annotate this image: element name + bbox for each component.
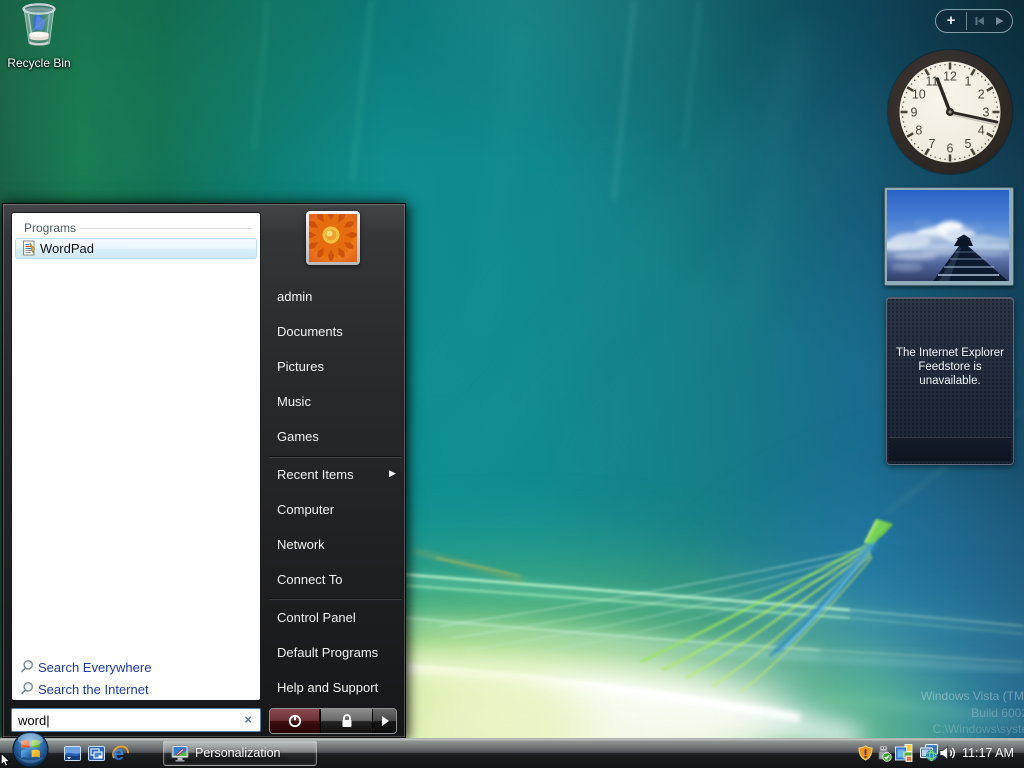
svg-text:6: 6 <box>947 142 954 156</box>
svg-text:4: 4 <box>978 124 985 138</box>
svg-text:5: 5 <box>965 137 972 151</box>
svg-text:12: 12 <box>943 70 957 84</box>
svg-text:8: 8 <box>915 124 922 138</box>
svg-text:9: 9 <box>911 106 918 120</box>
svg-text:7: 7 <box>929 137 936 151</box>
svg-text:3: 3 <box>983 106 990 120</box>
svg-text:10: 10 <box>912 88 926 102</box>
svg-text:2: 2 <box>978 88 985 102</box>
svg-text:1: 1 <box>965 74 972 88</box>
